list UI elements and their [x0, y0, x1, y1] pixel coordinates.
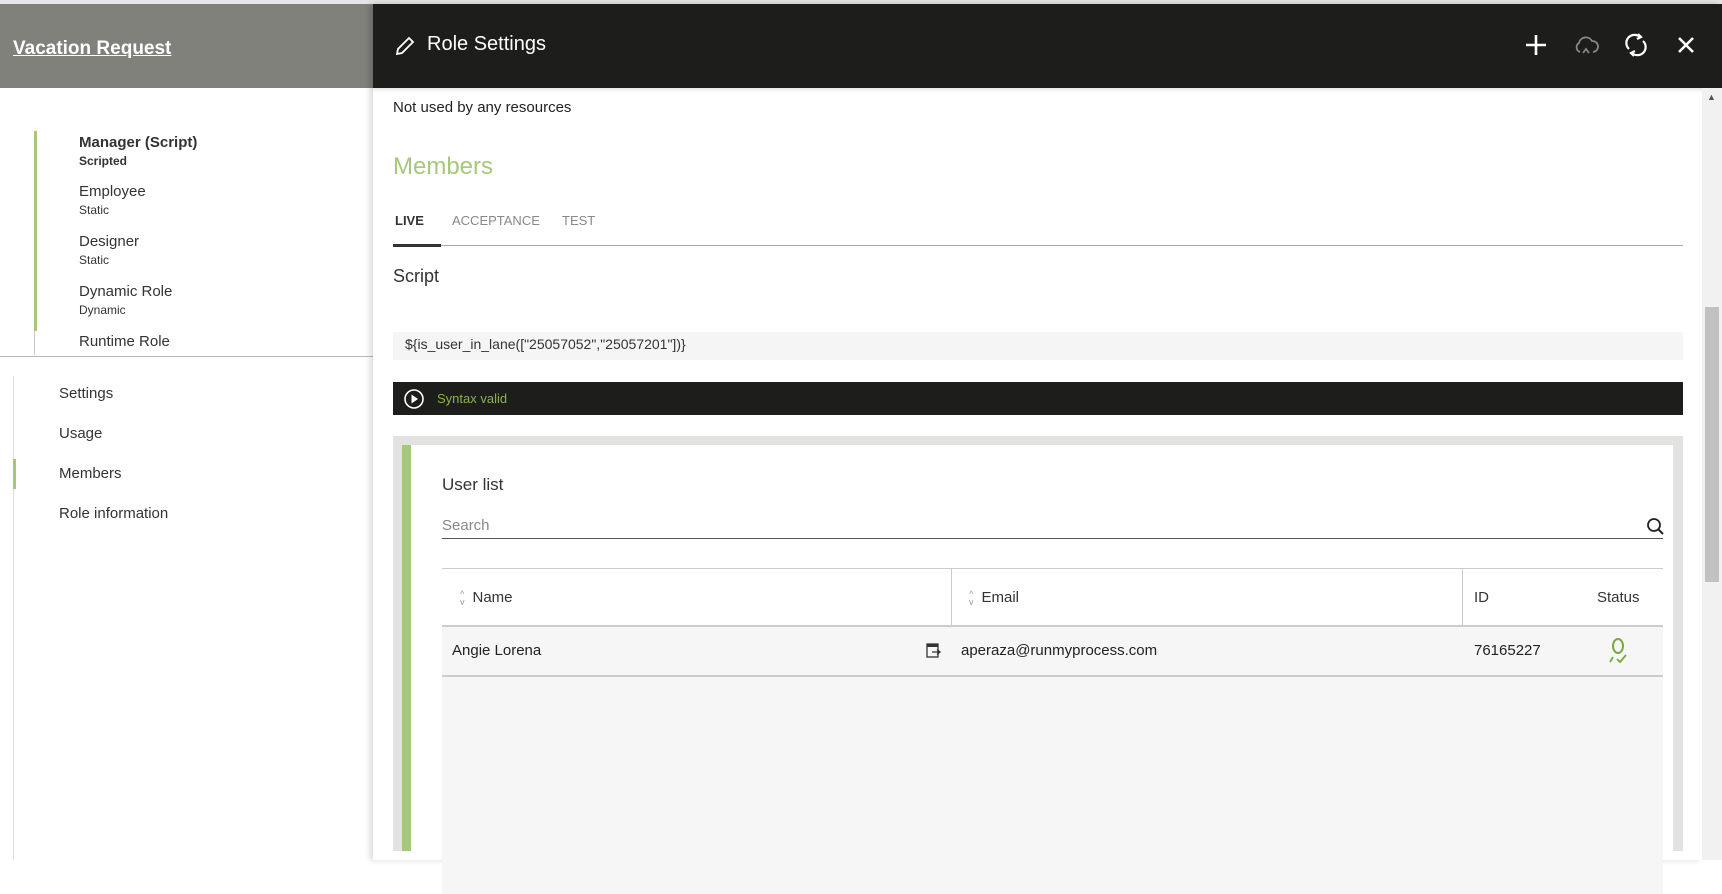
- members-heading: Members: [393, 153, 494, 180]
- search-input[interactable]: [442, 513, 1663, 539]
- panel-title: Role Settings: [427, 33, 546, 55]
- open-user-icon[interactable]: [926, 643, 942, 659]
- tab-test[interactable]: TEST: [562, 213, 595, 228]
- column-id: ID: [1474, 589, 1489, 606]
- tab-acceptance[interactable]: ACCEPTANCE: [452, 213, 540, 228]
- role-settings-panel: Not used by any resources Members LIVE A…: [373, 88, 1702, 894]
- role-name: Employee: [79, 183, 146, 200]
- nav-settings[interactable]: Settings: [59, 385, 113, 402]
- user-list-title: User list: [442, 475, 504, 494]
- user-id: 76165227: [1474, 642, 1541, 659]
- tabs-divider: [393, 245, 1683, 246]
- panel-header: Role Settings: [373, 4, 1722, 88]
- scroll-up-arrow-icon[interactable]: ▲: [1707, 92, 1716, 102]
- pencil-icon: [395, 36, 415, 56]
- role-item-designer[interactable]: Designer Static: [79, 233, 139, 267]
- active-tab-underline: [393, 244, 441, 247]
- column-separator: [1462, 569, 1463, 626]
- refresh-icon[interactable]: [1621, 30, 1651, 60]
- role-type: Scripted: [79, 154, 128, 168]
- role-item-manager[interactable]: Manager (Script) Scripted: [79, 134, 197, 168]
- app-header: Vacation Request: [0, 4, 373, 88]
- sort-icon: ^ v: [460, 589, 465, 608]
- nav-members[interactable]: Members: [59, 465, 122, 482]
- column-label: Name: [472, 589, 513, 606]
- usage-text: Not used by any resources: [393, 99, 572, 116]
- role-name: Dynamic Role: [79, 283, 173, 300]
- cloud-upload-icon[interactable]: [1571, 30, 1601, 60]
- role-type: Static: [79, 253, 110, 267]
- column-separator: [951, 569, 952, 626]
- play-icon[interactable]: [403, 388, 425, 410]
- column-email[interactable]: ^ v Email: [969, 569, 1019, 626]
- nav-line: [13, 376, 14, 860]
- column-label: Email: [981, 589, 1020, 606]
- role-name: Designer: [79, 233, 140, 250]
- role-name: Manager (Script): [79, 134, 198, 151]
- app-title-link[interactable]: Vacation Request: [13, 38, 171, 60]
- role-type: Dynamic: [79, 303, 126, 317]
- role-list-active-bar: [34, 131, 37, 331]
- role-item-dynamic[interactable]: Dynamic Role Dynamic: [79, 283, 172, 317]
- role-name: Runtime Role: [79, 333, 170, 350]
- column-name[interactable]: ^ v Name: [460, 569, 513, 626]
- nav-usage[interactable]: Usage: [59, 425, 102, 442]
- user-list-container: User list ^v Name ^v Email ID Status Angie…: [393, 436, 1683, 894]
- scrollbar-thumb[interactable]: [1705, 307, 1719, 582]
- table-row[interactable]: Angie Lorena aperaza@runmyprocess.com 76…: [442, 627, 1663, 677]
- nav-role-information[interactable]: Role information: [59, 505, 168, 522]
- table-header: ^ v Name ^ v Email ID Status: [442, 568, 1663, 627]
- user-email: aperaza@runmyprocess.com: [961, 642, 1158, 659]
- active-user-icon: [1609, 638, 1627, 664]
- role-item-runtime[interactable]: Runtime Role: [79, 333, 170, 355]
- script-editor[interactable]: ${is_user_in_lane(["25057052","25057201"…: [393, 332, 1683, 360]
- role-list-line: [34, 331, 35, 355]
- divider: [0, 356, 373, 357]
- user-name: Angie Lorena: [452, 642, 542, 659]
- user-list-card: User list ^v Name ^v Email ID Status Angie…: [402, 445, 1673, 894]
- role-item-employee[interactable]: Employee Static: [79, 183, 146, 217]
- close-icon[interactable]: [1671, 30, 1701, 60]
- syntax-status-bar: Syntax valid: [393, 382, 1683, 415]
- role-type: Static: [79, 203, 110, 217]
- tab-live[interactable]: LIVE: [395, 213, 424, 228]
- plus-icon[interactable]: [1521, 30, 1551, 60]
- column-status: Status: [1597, 589, 1640, 606]
- syntax-status: Syntax valid: [437, 391, 508, 406]
- nav-active-indicator: [13, 459, 16, 489]
- sort-icon: ^ v: [969, 589, 974, 608]
- user-table: ^ v Name ^ v Email ID Status Angie Lorena ap…: [442, 568, 1663, 894]
- search-icon[interactable]: [1646, 517, 1666, 537]
- script-heading: Script: [393, 266, 440, 286]
